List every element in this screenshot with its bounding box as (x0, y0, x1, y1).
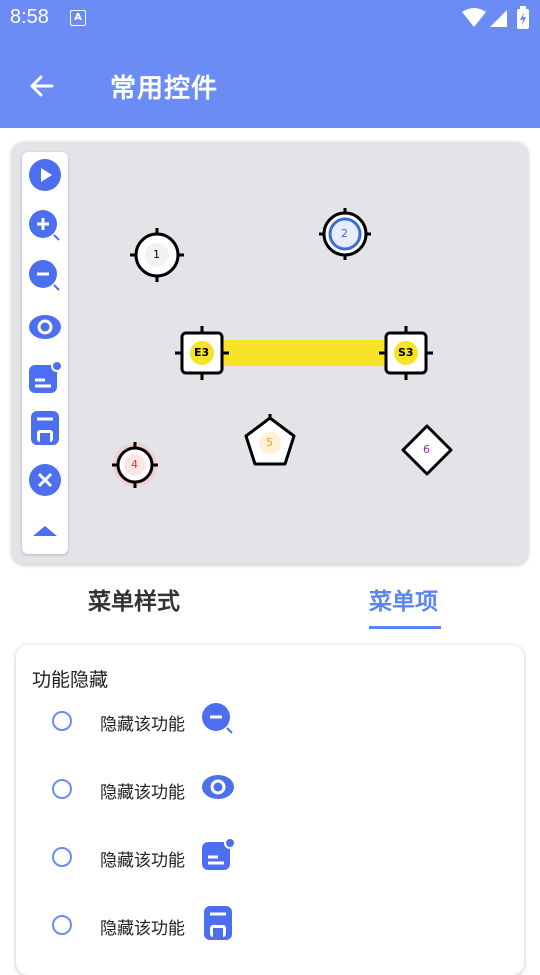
eye-icon[interactable] (27, 309, 63, 345)
link-bar[interactable] (222, 340, 392, 366)
tab-menu-style[interactable]: 菜单样式 (88, 582, 180, 616)
notification-a-icon: A (70, 10, 86, 26)
option-label: 隐藏该功能 (100, 851, 185, 871)
hide-option-card[interactable]: 隐藏该功能 (16, 903, 524, 951)
hide-option-note[interactable]: 隐藏该功能 (16, 835, 524, 883)
canvas-drawing[interactable] (12, 142, 528, 564)
play-icon[interactable] (27, 157, 63, 193)
collapse-up-icon[interactable] (27, 512, 63, 548)
option-label: 隐藏该功能 (100, 919, 185, 939)
status-time: 8:58 (10, 6, 49, 28)
wifi-icon (462, 8, 486, 27)
radio-button[interactable] (52, 779, 72, 799)
settings-panel: 功能隐藏 隐藏该功能 隐藏该功能 隐藏该功能 隐藏该功能 (16, 645, 524, 975)
marker-label-4: 4 (131, 458, 138, 471)
close-icon[interactable] (27, 462, 63, 498)
battery-icon (517, 6, 529, 29)
tab-indicator (369, 626, 441, 629)
app-bar: 常用控件 (0, 36, 540, 128)
eye-icon (202, 775, 234, 799)
status-bar: 8:58 A (0, 0, 540, 36)
option-label: 隐藏该功能 (100, 783, 185, 803)
marker-label-6: 6 (423, 443, 430, 456)
marker-label-1: 1 (153, 248, 160, 261)
tab-menu-items[interactable]: 菜单项 (369, 582, 438, 616)
link-end-label: S3 (398, 346, 414, 359)
zoom-out-icon[interactable] (27, 258, 63, 294)
tab-bar: 菜单样式 菜单项 (0, 572, 540, 634)
zoom-out-icon (202, 703, 233, 734)
note-badge-icon (202, 837, 236, 870)
radio-button[interactable] (52, 847, 72, 867)
link-start-label: E3 (194, 346, 210, 359)
hide-option-zoom-out[interactable]: 隐藏该功能 (16, 699, 524, 747)
card-icon (204, 906, 232, 940)
canvas-toolbar (22, 152, 68, 554)
option-label: 隐藏该功能 (100, 715, 185, 735)
marker-label-5: 5 (266, 436, 273, 449)
back-arrow-icon[interactable] (22, 66, 62, 106)
page-title: 常用控件 (110, 74, 219, 104)
signal-icon (490, 10, 507, 27)
canvas-card[interactable]: 1 2 4 5 6 E3 S3 (12, 142, 528, 564)
radio-button[interactable] (52, 915, 72, 935)
radio-button[interactable] (52, 711, 72, 731)
note-badge-icon[interactable] (27, 360, 63, 396)
panel-heading: 功能隐藏 (32, 669, 109, 691)
marker-label-2: 2 (341, 227, 348, 240)
zoom-in-icon[interactable] (27, 208, 63, 244)
card-icon[interactable] (27, 410, 63, 446)
hide-option-eye[interactable]: 隐藏该功能 (16, 767, 524, 815)
